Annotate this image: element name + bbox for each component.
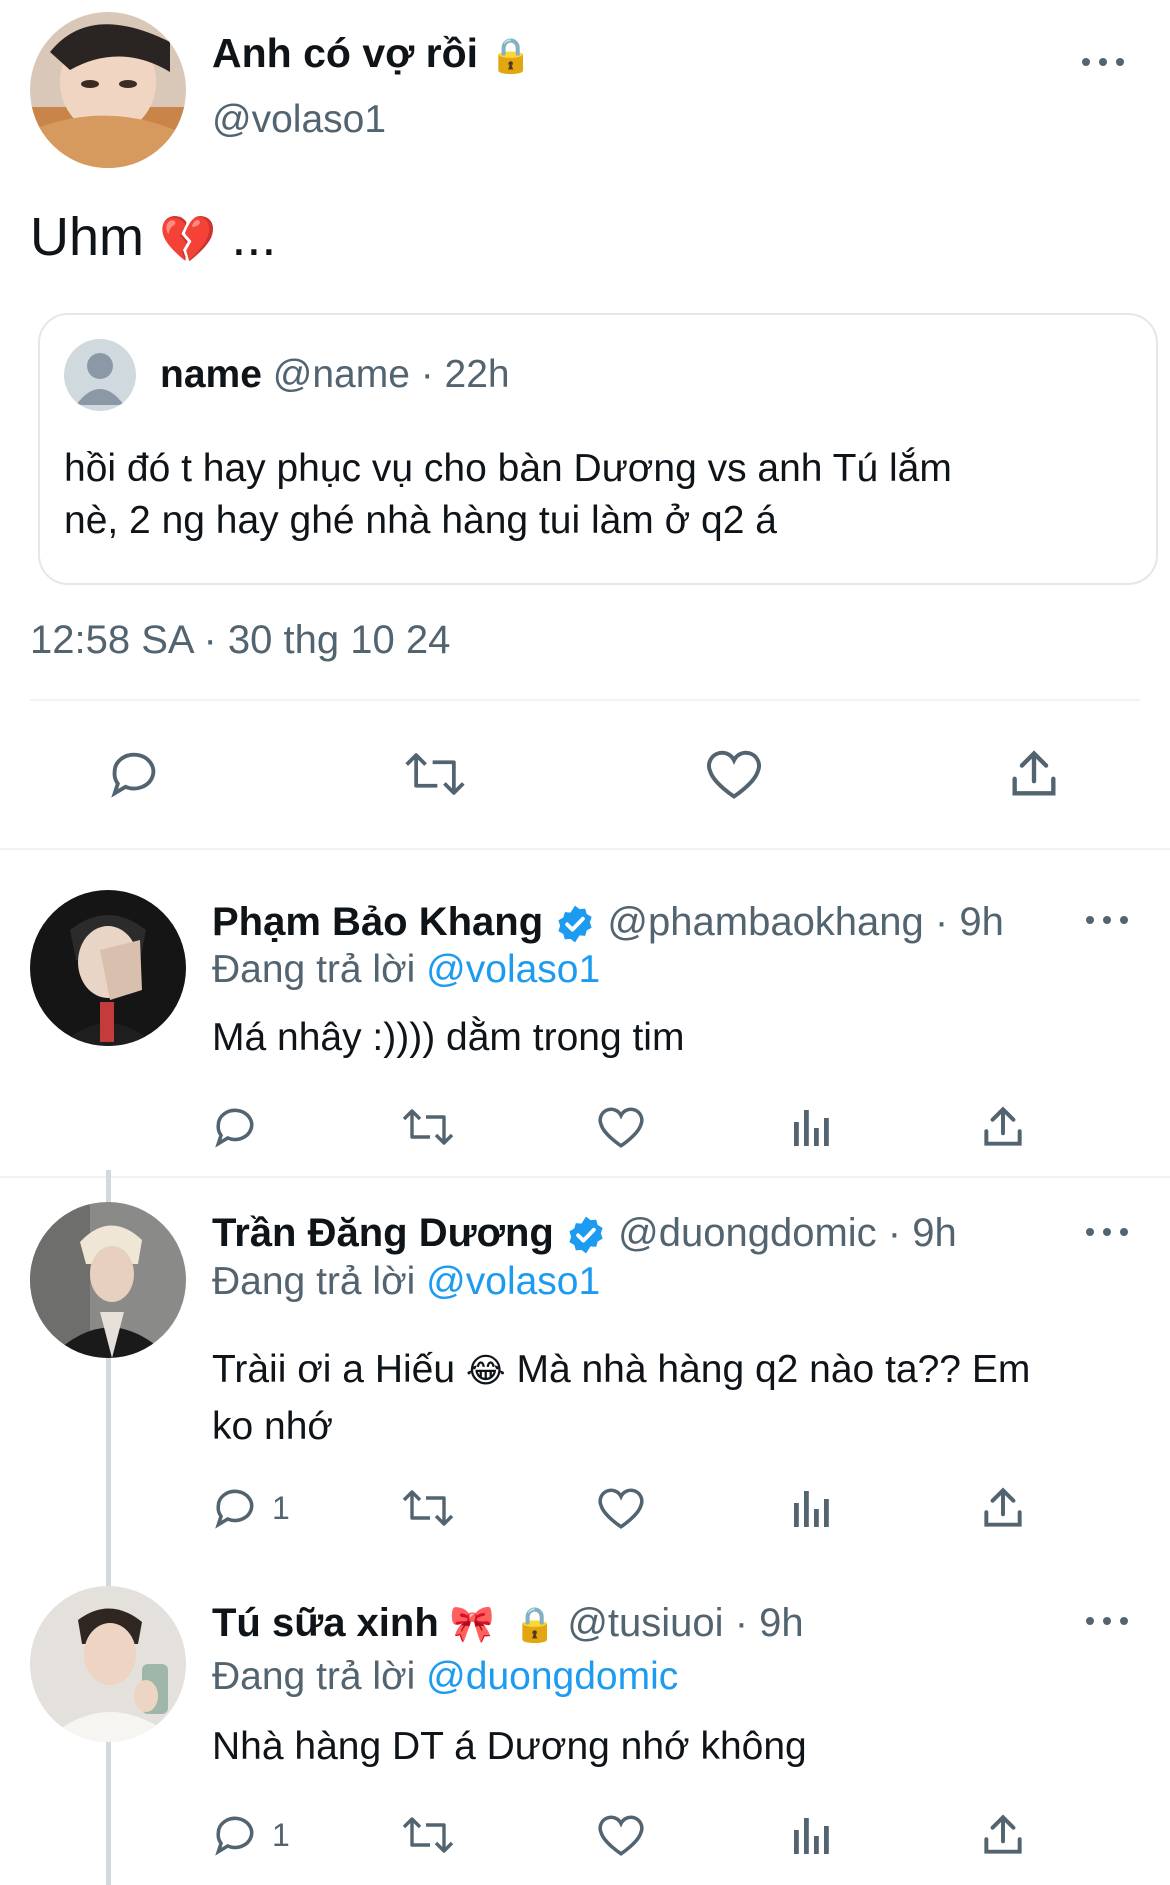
avatar-duongdomic[interactable] bbox=[30, 1202, 186, 1358]
more-options-icon[interactable] bbox=[1086, 1225, 1128, 1239]
more-options-icon[interactable] bbox=[1086, 913, 1128, 927]
thread-line bbox=[106, 1735, 111, 1885]
reply-count: 1 bbox=[272, 1489, 290, 1526]
reply-time: · 9h bbox=[934, 900, 1004, 944]
retweet-icon[interactable] bbox=[400, 1483, 456, 1533]
reply-time: · 9h bbox=[887, 1211, 957, 1255]
reply-header: Trần Đăng Dương @duongdomic · 9h bbox=[212, 1211, 957, 1256]
reply-author-name[interactable]: Trần Đăng Dương bbox=[212, 1211, 554, 1255]
retweet-icon[interactable] bbox=[400, 1102, 456, 1152]
avatar-volaso1[interactable] bbox=[30, 12, 186, 168]
share-icon[interactable] bbox=[978, 1810, 1028, 1860]
share-icon[interactable] bbox=[1005, 745, 1063, 803]
avatar-tusiuoi[interactable] bbox=[30, 1586, 186, 1742]
views-icon[interactable] bbox=[790, 1104, 834, 1148]
quote-author-name: name bbox=[160, 353, 262, 396]
quote-text: hồi đó t hay phục vụ cho bàn Dương vs an… bbox=[64, 447, 952, 542]
more-options-icon[interactable] bbox=[1086, 1614, 1128, 1628]
replying-to: Đang trả lời @volaso1 bbox=[212, 1260, 601, 1303]
ribbon-emoji: 🎀 bbox=[449, 1603, 495, 1644]
author-handle[interactable]: @volaso1 bbox=[212, 98, 386, 142]
laughing-emoji: 😂 bbox=[465, 1352, 506, 1390]
reply-text: Nhà hàng DT á Dương nhớ không bbox=[212, 1725, 807, 1768]
reply-handle[interactable]: @duongdomic bbox=[618, 1211, 877, 1255]
reply-header: Tú sữa xinh 🎀 🔒 @tusiuoi · 9h bbox=[212, 1601, 804, 1646]
like-icon[interactable] bbox=[596, 1102, 646, 1152]
divider bbox=[30, 699, 1140, 701]
reply-handle[interactable]: @tusiuoi bbox=[567, 1601, 723, 1645]
reply-author-name[interactable]: Tú sữa xinh bbox=[212, 1601, 439, 1645]
replying-to-link[interactable]: @duongdomic bbox=[426, 1655, 678, 1698]
share-icon[interactable] bbox=[978, 1102, 1028, 1152]
tweet-timestamp[interactable]: 12:58 SA · 30 thg 10 24 bbox=[30, 618, 450, 663]
replying-to-link[interactable]: @volaso1 bbox=[426, 1260, 600, 1303]
more-options-icon[interactable] bbox=[1082, 55, 1124, 69]
reply-handle[interactable]: @phambaokhang bbox=[607, 900, 923, 944]
reply-header: Phạm Bảo Khang @phambaokhang · 9h bbox=[212, 900, 1004, 945]
broken-heart-emoji: 💔 bbox=[159, 213, 217, 265]
divider bbox=[0, 848, 1170, 850]
like-icon[interactable] bbox=[704, 745, 764, 803]
views-icon[interactable] bbox=[790, 1812, 834, 1856]
lock-icon: 🔒 bbox=[489, 37, 532, 75]
replying-to-link[interactable]: @volaso1 bbox=[426, 948, 600, 991]
quote-header: name @name · 22h bbox=[160, 353, 510, 397]
avatar-phambaokhang[interactable] bbox=[30, 890, 186, 1046]
lock-icon: 🔒 bbox=[513, 1606, 557, 1644]
reply-icon[interactable] bbox=[105, 745, 163, 803]
reply-icon[interactable]: 1 bbox=[210, 1483, 290, 1533]
retweet-icon[interactable] bbox=[402, 745, 468, 803]
verified-badge-icon bbox=[569, 1217, 603, 1254]
reply-count: 1 bbox=[272, 1816, 290, 1853]
reply-author-name[interactable]: Phạm Bảo Khang bbox=[212, 900, 543, 944]
share-icon[interactable] bbox=[978, 1483, 1028, 1533]
reply-time: · 9h bbox=[734, 1601, 804, 1645]
retweet-icon[interactable] bbox=[400, 1810, 456, 1860]
author-name[interactable]: Anh có vợ rồi bbox=[212, 30, 478, 76]
reply-icon[interactable] bbox=[210, 1102, 272, 1152]
views-icon[interactable] bbox=[790, 1485, 834, 1529]
main-author-row: Anh có vợ rồi 🔒 bbox=[212, 30, 532, 77]
quote-handle: @name bbox=[272, 353, 410, 396]
quote-avatar-placeholder bbox=[64, 339, 136, 411]
like-icon[interactable] bbox=[596, 1483, 646, 1533]
reply-text: Tràii ơi a Hiếu 😂 Mà nhà hàng q2 nào ta?… bbox=[212, 1348, 1031, 1448]
replying-to: Đang trả lời @volaso1 bbox=[212, 948, 601, 991]
quoted-tweet-card[interactable]: name @name · 22h hồi đó t hay phục vụ ch… bbox=[38, 313, 1158, 585]
divider bbox=[0, 1176, 1170, 1178]
replying-to: Đang trả lời @duongdomic bbox=[212, 1655, 679, 1698]
like-icon[interactable] bbox=[596, 1810, 646, 1860]
quote-time: · 22h bbox=[420, 353, 510, 396]
reply-text: Má nhây :)))) dằm trong tim bbox=[212, 1016, 685, 1059]
verified-badge-icon bbox=[558, 906, 592, 943]
tweet-text: Uhm 💔 ... bbox=[30, 207, 277, 267]
reply-icon[interactable]: 1 bbox=[210, 1810, 290, 1860]
